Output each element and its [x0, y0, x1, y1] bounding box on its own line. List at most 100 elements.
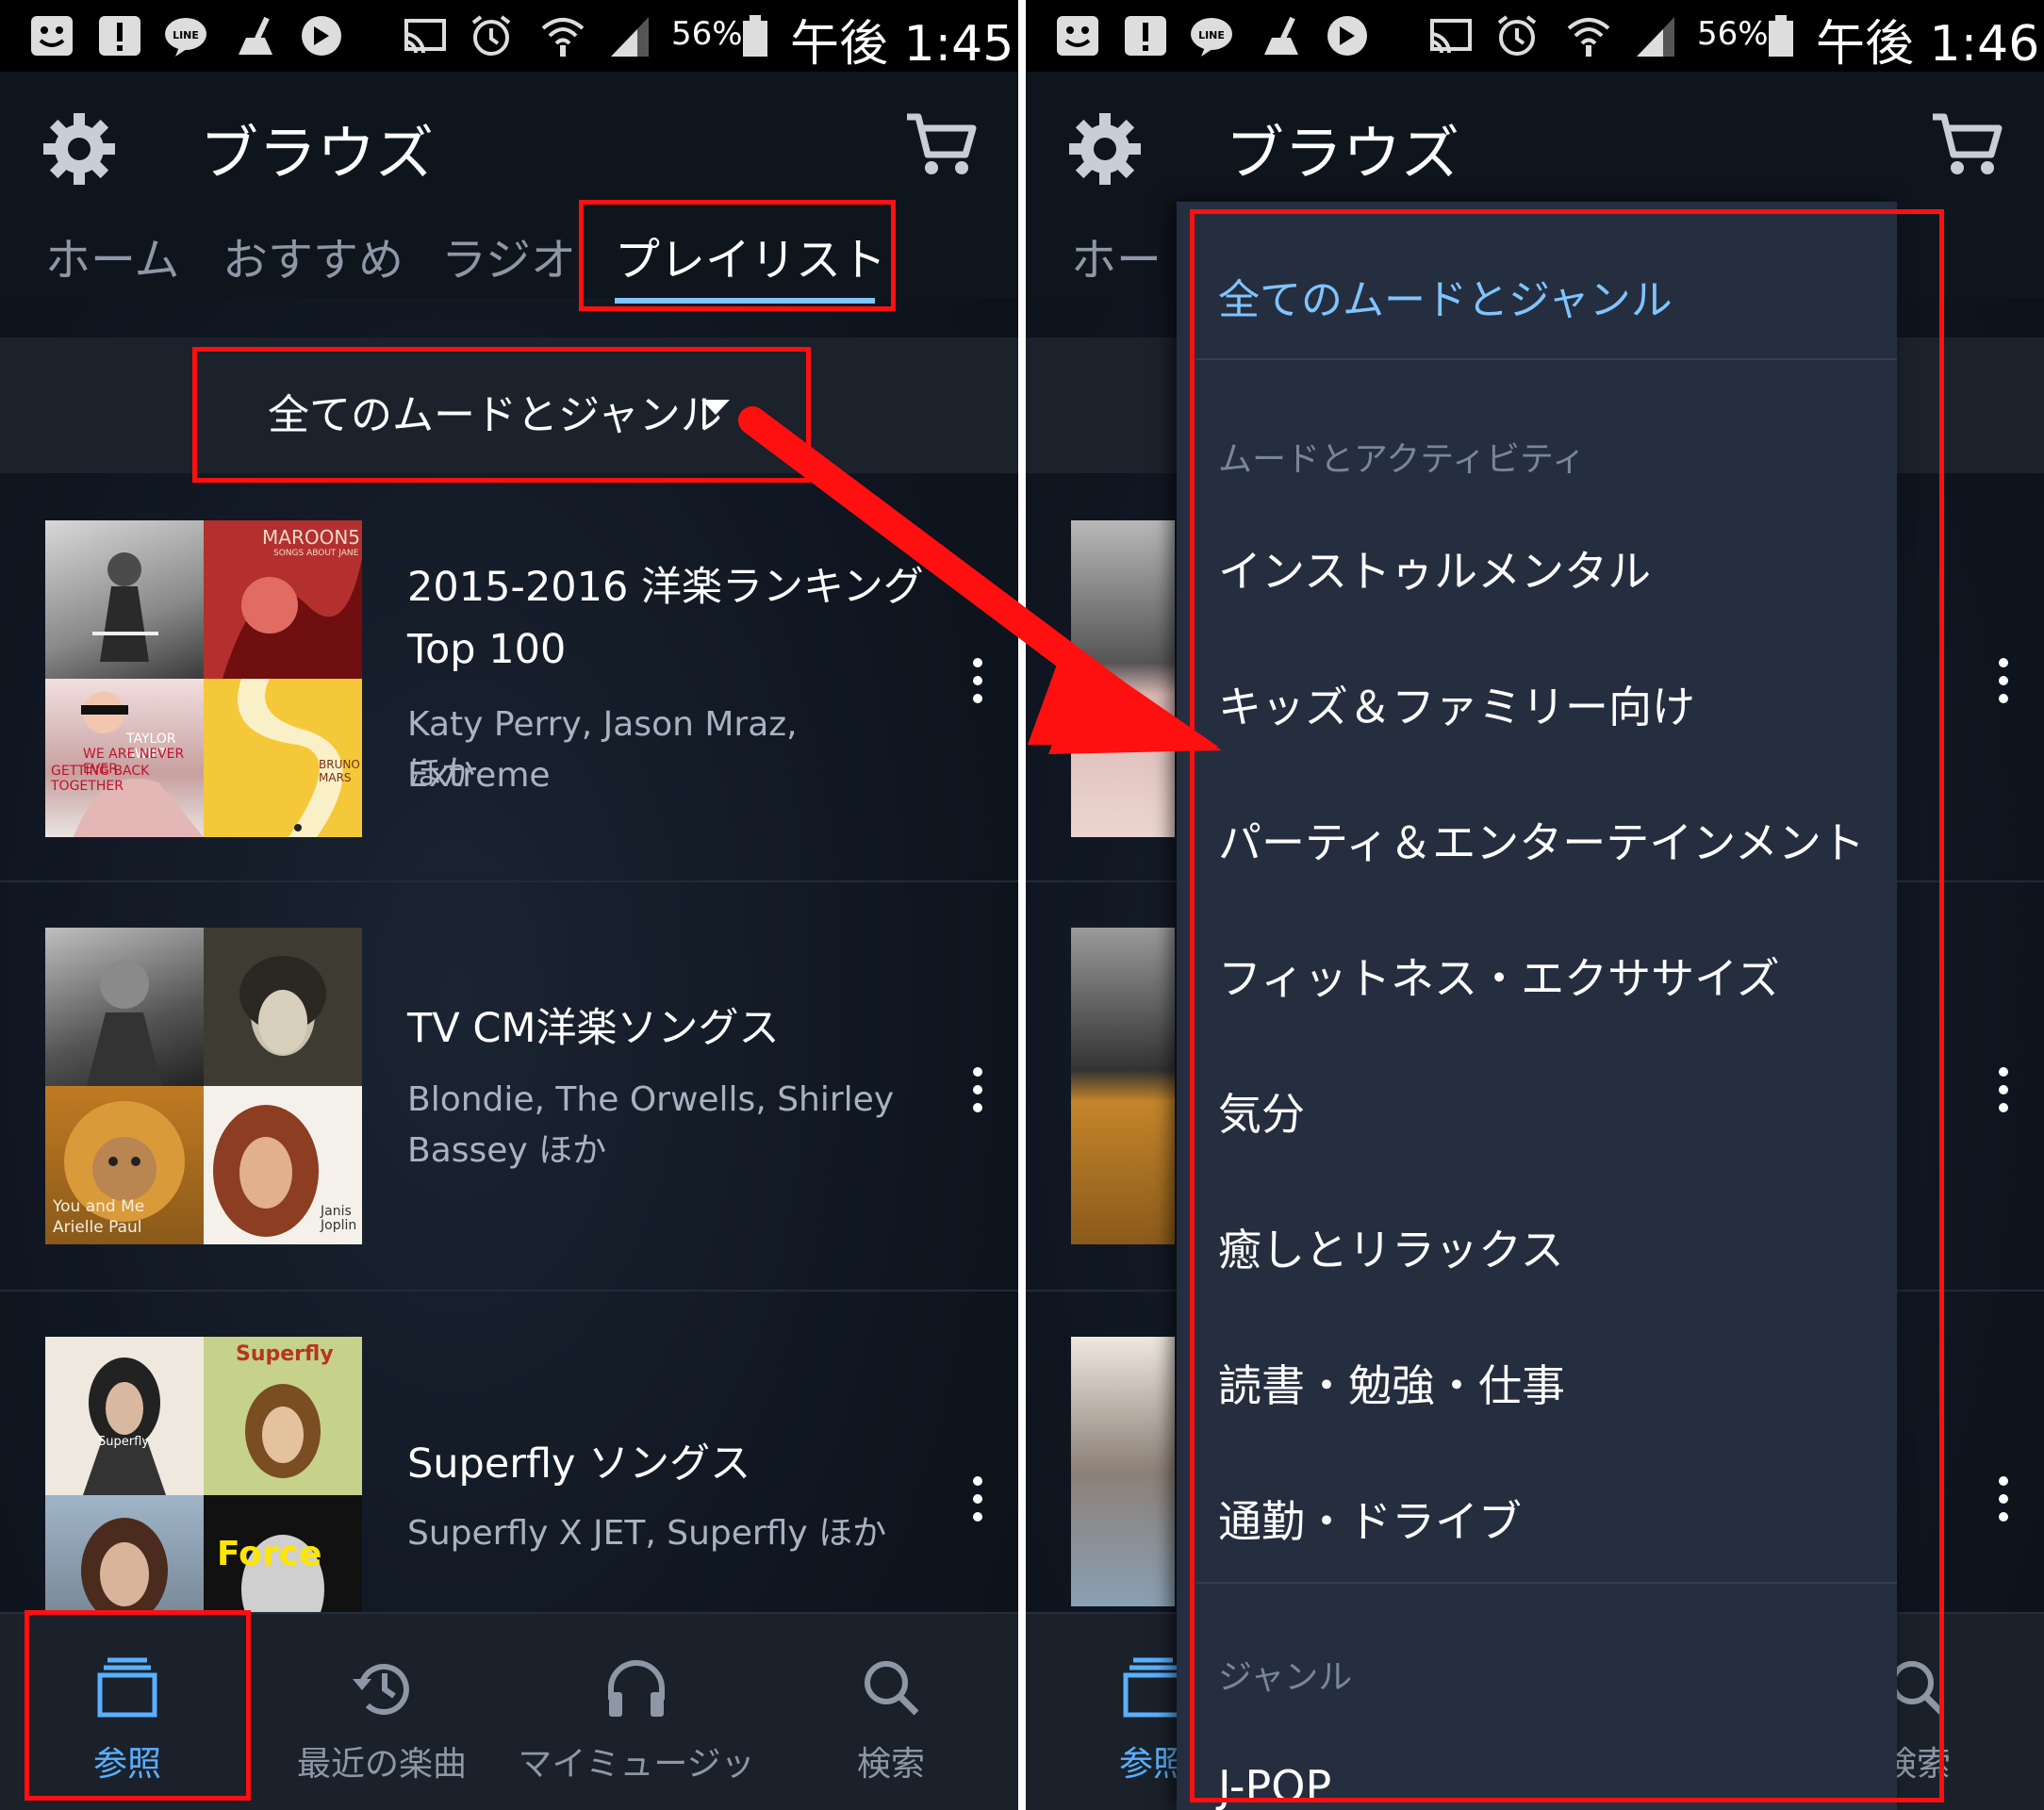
- album-art-text: GETTING BACK TOGETHER: [51, 764, 150, 794]
- app-icon: [302, 16, 341, 56]
- screen-before: LINE 56% 午後 1:45 ブラウズ ホーム おすすめ ラジオ プレイリス…: [0, 0, 1018, 1810]
- history-icon: [353, 1664, 409, 1715]
- album-art-text: SONGS ABOUT JANE: [273, 549, 359, 558]
- alert-icon: [99, 16, 140, 56]
- album-art-text: Arielle Paul: [53, 1218, 142, 1237]
- dropdown-item[interactable]: 癒しとリラックス: [1218, 1216, 1564, 1278]
- album-art: [45, 928, 204, 1086]
- alert-icon: [1125, 16, 1166, 56]
- playlist-artists: Blondie, The Orwells, Shirley: [407, 1080, 895, 1119]
- dropdown-item[interactable]: 読書・勉強・仕事: [1218, 1352, 1565, 1414]
- album-art: Superfly: [45, 1337, 204, 1495]
- nav-search-label: 検索: [856, 1745, 925, 1784]
- playlist-title: Superfly ソングス: [407, 1440, 751, 1488]
- more-options-icon[interactable]: [973, 1476, 984, 1530]
- nav-browse-label: 参照: [92, 1745, 161, 1784]
- clock: 午後 1:45: [790, 16, 1014, 73]
- nav-search[interactable]: 検索: [764, 1612, 1018, 1810]
- album-art: [1071, 928, 1175, 1244]
- cast-icon: [404, 19, 446, 54]
- nav-my-music[interactable]: マイミュージッ: [509, 1612, 764, 1810]
- battery-icon: [743, 15, 767, 57]
- more-options-icon[interactable]: [973, 1067, 984, 1121]
- line-icon: LINE: [165, 18, 206, 57]
- line-icon: LINE: [1191, 18, 1232, 57]
- emoji-icon: [31, 16, 73, 56]
- album-art-text: MAROON5: [262, 526, 361, 549]
- more-options-icon[interactable]: [973, 658, 984, 712]
- svg-text:LINE: LINE: [1198, 29, 1225, 41]
- signal-icon: [611, 17, 649, 57]
- emoji-icon: [1057, 16, 1098, 56]
- dropdown-item[interactable]: フィットネス・エクササイズ: [1218, 945, 1780, 1007]
- playlist-artists: Superfly X JET, Superfly ほか: [407, 1514, 887, 1553]
- tab-home-peek[interactable]: ホー: [1071, 222, 1162, 288]
- album-art-text: Superfly: [236, 1342, 334, 1366]
- cart-icon[interactable]: [1931, 111, 2004, 179]
- clock: 午後 1:46: [1816, 16, 2040, 73]
- cart-icon[interactable]: [905, 111, 979, 179]
- album-art: Janis Joplin: [204, 1086, 362, 1244]
- dropdown-caret-icon[interactable]: [701, 400, 730, 415]
- battery-percent: 56%: [671, 15, 743, 53]
- alarm-icon: [471, 15, 511, 56]
- album-art: [204, 928, 362, 1086]
- dropdown-item[interactable]: パーティ＆エンターテインメント: [1218, 809, 1865, 871]
- nav-recent-label: 最近の楽曲: [296, 1745, 467, 1784]
- headphones-icon: [608, 1660, 665, 1717]
- album-art: TAYLOR SWIFT WE ARE NEVER EVER GETTING B…: [45, 679, 204, 837]
- album-art: [1071, 1337, 1175, 1606]
- active-tab-indicator: [615, 298, 875, 304]
- mood-genre-dropdown-menu: 全てのムードとジャンル ムードとアクティビティ インストゥルメンタル キッズ＆フ…: [1177, 202, 1897, 1810]
- nav-my-music-label: マイミュージッ: [518, 1745, 755, 1784]
- row-divider: [0, 880, 1018, 882]
- playlist-title-line2: Top 100: [407, 626, 567, 673]
- album-art-text: BRUNO MARS: [319, 758, 360, 784]
- wifi-icon: [541, 18, 585, 57]
- wifi-icon: [1567, 18, 1610, 57]
- svg-text:LINE: LINE: [173, 29, 199, 41]
- nav-browse[interactable]: 参照: [0, 1612, 255, 1810]
- album-art: You and Me Arielle Paul: [45, 1086, 204, 1244]
- signal-icon: [1637, 17, 1674, 57]
- playlist-artists-line2: Bassey ほか: [407, 1131, 607, 1170]
- tab-radio[interactable]: ラジオ: [441, 222, 576, 288]
- screenshot-separator: [1018, 0, 1026, 1810]
- row-divider: [0, 1290, 1018, 1292]
- tab-recommended[interactable]: おすすめ: [223, 222, 404, 288]
- battery-percent: 56%: [1697, 15, 1769, 53]
- album-art: BRUNO MARS: [204, 679, 362, 837]
- settings-gear-icon[interactable]: [1067, 111, 1143, 187]
- broom-icon: [239, 16, 272, 55]
- album-art-text: Superfly: [98, 1435, 149, 1449]
- browse-icon: [97, 1657, 157, 1718]
- page-title: ブラウズ: [200, 119, 435, 188]
- cast-icon: [1429, 19, 1472, 54]
- mood-genre-filter-button[interactable]: 全てのムードとジャンル: [268, 381, 722, 441]
- dropdown-item[interactable]: インストゥルメンタル: [1218, 537, 1651, 600]
- album-art: Superfly: [204, 1337, 362, 1495]
- page-title: ブラウズ: [1226, 119, 1460, 188]
- more-options-icon[interactable]: [1999, 1067, 2010, 1121]
- album-art: MAROON5 SONGS ABOUT JANE: [204, 520, 362, 679]
- dropdown-item[interactable]: 通勤・ドライブ: [1218, 1488, 1522, 1550]
- broom-icon: [1264, 16, 1298, 55]
- dropdown-item-selected[interactable]: 全てのムードとジャンル: [1218, 266, 1673, 326]
- more-options-icon[interactable]: [1999, 1476, 2010, 1530]
- album-art-text: Janis Joplin: [321, 1204, 357, 1233]
- more-options-icon[interactable]: [1999, 658, 2010, 712]
- dropdown-item[interactable]: キッズ＆ファミリー向け: [1218, 673, 1695, 735]
- settings-gear-icon[interactable]: [41, 111, 117, 187]
- album-art: [45, 520, 204, 679]
- tab-home[interactable]: ホーム: [45, 222, 180, 288]
- dropdown-item[interactable]: J-POP: [1218, 1761, 1331, 1810]
- tab-playlists[interactable]: プレイリスト: [615, 222, 886, 288]
- section-header-genre: ジャンル: [1218, 1658, 1353, 1697]
- nav-recent[interactable]: 最近の楽曲: [255, 1612, 509, 1810]
- dropdown-item[interactable]: 気分: [1218, 1080, 1305, 1143]
- section-header-mood: ムードとアクティビティ: [1218, 440, 1586, 479]
- app-icon: [1327, 16, 1367, 56]
- status-bar: LINE 56% 午後 1:45: [0, 0, 1018, 73]
- dropdown-divider: [1195, 1582, 1897, 1584]
- playlist-title: TV CM洋楽ソングス: [407, 1005, 780, 1052]
